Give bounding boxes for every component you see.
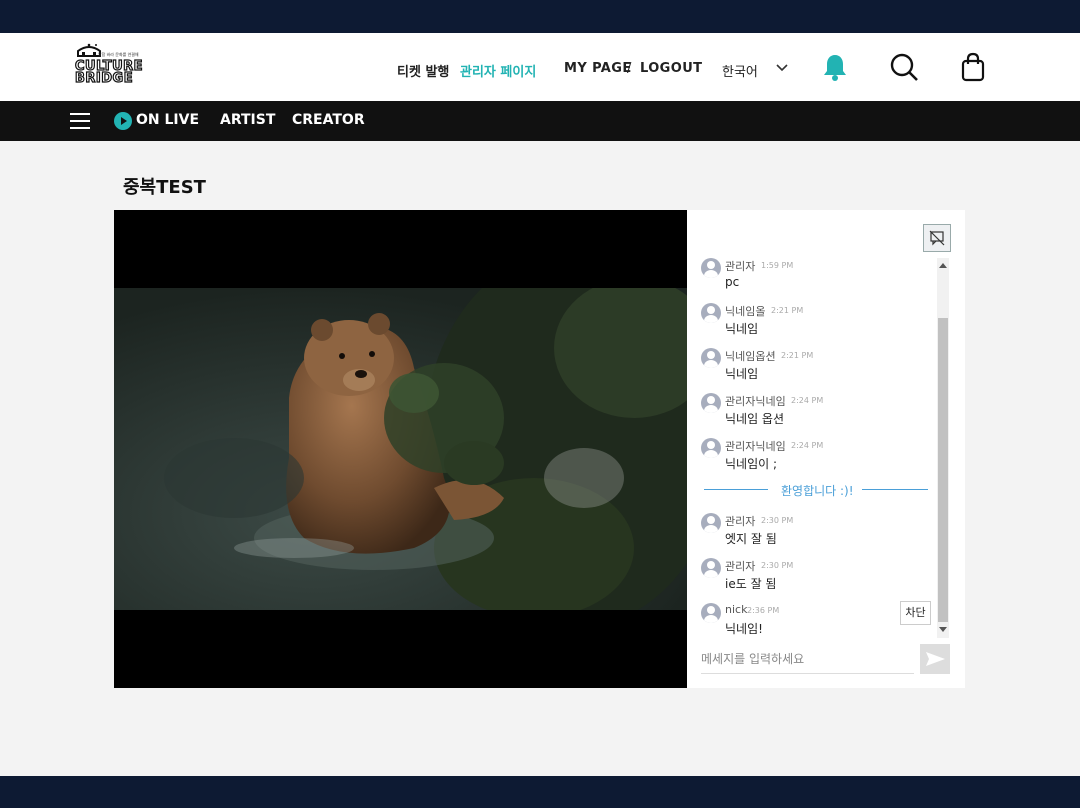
site-header: 알함 바라 문화를 연결해 CULTURE BRIDGE 티켓 발행 관리자 페… <box>0 33 1080 101</box>
chat-text: pc <box>725 275 740 289</box>
my-page-link[interactable]: MY PAGE <box>564 61 632 76</box>
chat-text: 닉네임 옵션 <box>725 412 785 426</box>
scrollbar-thumb[interactable] <box>938 318 948 622</box>
artist-link[interactable]: ARTIST <box>220 112 275 128</box>
chat-message: 관리자닉네임 2:24 PM 닉네임 옵션 <box>701 393 937 433</box>
divider <box>704 489 768 490</box>
chat-timestamp: 2:24 PM <box>791 396 824 405</box>
avatar <box>701 348 721 368</box>
chat-text: 닉네임! <box>725 622 763 636</box>
chat-timestamp: 1:59 PM <box>761 261 794 270</box>
chat-text: ie도 잘 됨 <box>725 577 777 591</box>
chevron-down-icon[interactable] <box>775 63 789 73</box>
block-user-button[interactable]: 차단 <box>900 601 931 625</box>
bell-icon[interactable] <box>822 53 848 81</box>
send-button[interactable] <box>920 644 950 674</box>
chat-text: 닉네임 <box>725 322 759 336</box>
chat-panel: 관리자 1:59 PM pc 닉네임올 2:21 PM 닉네임 닉네임옵션 2:… <box>687 210 965 688</box>
avatar <box>701 513 721 533</box>
culture-bridge-logo[interactable]: 알함 바라 문화를 연결해 CULTURE BRIDGE <box>74 43 146 87</box>
chat-text: 닉네임이 ; <box>725 457 778 471</box>
chat-scrollbar[interactable] <box>937 258 949 638</box>
category-bar: ON LIVE ARTIST CREATOR <box>0 101 1080 141</box>
scroll-up-arrow-icon[interactable] <box>939 263 947 268</box>
logo-text-bridge: BRIDGE <box>74 70 134 86</box>
chat-message: 닉네임옵션 2:21 PM 닉네임 <box>701 348 937 388</box>
chat-message: 관리자 1:59 PM pc <box>701 258 937 298</box>
chat-timestamp: 2:30 PM <box>761 516 794 525</box>
chat-off-icon[interactable] <box>923 224 951 252</box>
chat-message: 관리자 2:30 PM 엣지 잘 됨 <box>701 513 937 553</box>
avatar <box>701 393 721 413</box>
search-icon[interactable] <box>889 52 919 82</box>
footer-strip <box>0 776 1080 808</box>
chat-username: 관리자 <box>725 560 756 573</box>
welcome-notice: 환영합니다 :)! <box>704 482 928 498</box>
creator-link[interactable]: CREATOR <box>292 112 365 128</box>
chat-username: 관리자닉네임 <box>725 440 786 453</box>
chat-message: 관리자닉네임 2:24 PM 닉네임이 ; <box>701 438 937 478</box>
chat-message: 닉네임올 2:21 PM 닉네임 <box>701 303 937 343</box>
chat-timestamp: 2:36 PM <box>747 606 780 615</box>
chat-username: 닉네임올 <box>725 305 766 318</box>
video-player[interactable] <box>114 210 687 688</box>
logo-tagline: 알함 바라 문화를 연결해 <box>98 52 139 57</box>
logout-link[interactable]: LOGOUT <box>640 61 702 76</box>
avatar <box>701 558 721 578</box>
chat-message: 관리자 2:30 PM ie도 잘 됨 <box>701 558 937 598</box>
chat-username: 관리자닉네임 <box>725 395 786 408</box>
chat-timestamp: 2:21 PM <box>771 306 804 315</box>
send-icon <box>926 652 945 666</box>
chat-message-list[interactable]: 관리자 1:59 PM pc 닉네임올 2:21 PM 닉네임 닉네임옵션 2:… <box>687 258 937 638</box>
play-circle-icon <box>114 112 132 130</box>
chat-text: 닉네임 <box>725 367 759 381</box>
chat-timestamp: 2:24 PM <box>791 441 824 450</box>
nav-separator: / <box>627 61 632 76</box>
admin-page-link[interactable]: 관리자 페이지 <box>460 61 536 80</box>
language-select[interactable]: 한국어 <box>722 61 758 80</box>
on-live-link[interactable]: ON LIVE <box>136 112 199 128</box>
chat-text: 엣지 잘 됨 <box>725 532 777 546</box>
chat-username: 닉네임옵션 <box>725 350 776 363</box>
page-title: 중복TEST <box>123 177 206 198</box>
chat-username: nick <box>725 603 748 616</box>
ticket-issue-link[interactable]: 티켓 발행 <box>397 61 449 80</box>
welcome-text: 환영합니다 :)! <box>781 484 854 498</box>
avatar <box>701 603 721 623</box>
video-frame-bear <box>114 288 687 610</box>
chat-username: 관리자 <box>725 260 756 273</box>
avatar <box>701 438 721 458</box>
top-strip <box>0 0 1080 33</box>
avatar <box>701 258 721 278</box>
avatar <box>701 303 721 323</box>
chat-username: 관리자 <box>725 515 756 528</box>
hamburger-menu-icon[interactable] <box>70 113 90 129</box>
divider <box>862 489 928 490</box>
chat-timestamp: 2:21 PM <box>781 351 814 360</box>
chat-message: nick 2:36 PM 닉네임! 차단 <box>701 601 937 638</box>
shopping-bag-icon[interactable] <box>960 52 986 82</box>
scroll-down-arrow-icon[interactable] <box>939 627 947 632</box>
chat-message-input[interactable] <box>701 644 914 674</box>
chat-timestamp: 2:30 PM <box>761 561 794 570</box>
